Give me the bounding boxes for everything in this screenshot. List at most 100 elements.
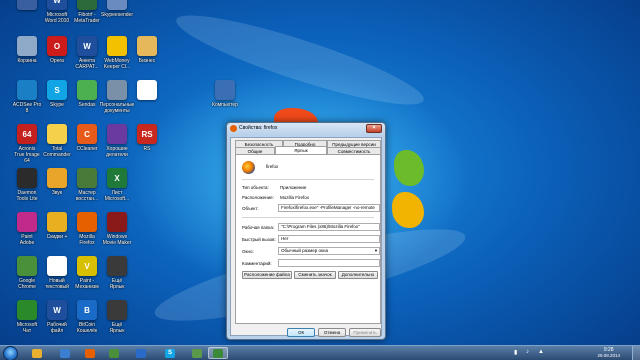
tab-general[interactable]: Общие	[235, 147, 275, 154]
taskbar-button[interactable]	[187, 347, 207, 359]
sendas-icon	[77, 80, 97, 100]
excel-icon: X	[107, 168, 127, 188]
desktop-icon-label: RS	[143, 146, 151, 152]
blank-app-icon	[17, 0, 37, 10]
shortcut-panel: firefox Тип объекта: Приложение Располож…	[235, 154, 381, 324]
divider	[242, 179, 374, 180]
word-file-icon: W	[47, 300, 67, 320]
taskbar-button[interactable]: S	[160, 347, 180, 359]
desktop-icon[interactable]: RS RS	[129, 124, 165, 152]
windows-logo-green	[394, 150, 424, 186]
window-label: Окно:	[242, 249, 254, 254]
bitcoin-icon: B	[77, 300, 97, 320]
type-label: Тип объекта:	[242, 185, 269, 190]
comment-label: Комментарий:	[242, 261, 272, 266]
movie-maker-icon	[107, 212, 127, 232]
tab-shortcut[interactable]: Ярлык	[275, 146, 327, 154]
properties-dialog: Свойства: firefox × Безопасность Подробн…	[226, 122, 386, 340]
volume-icon[interactable]: ♪	[526, 349, 529, 355]
desktop-icon-label: Персональные документы	[99, 102, 135, 114]
desktop-icon[interactable]: Skypeesender	[99, 0, 135, 18]
show-desktop-button[interactable]	[632, 346, 640, 360]
windows-logo-yellow	[392, 192, 424, 228]
taskbar-button[interactable]	[80, 347, 100, 359]
skype-icon: S	[165, 348, 175, 358]
paint-icon	[17, 212, 37, 232]
taskbar-button[interactable]	[27, 347, 47, 359]
desktop-icon-label: Ещё Ярлык	[109, 322, 125, 334]
taskbar-button[interactable]	[131, 347, 151, 359]
desktop-icon[interactable]: Компьютер	[207, 80, 243, 108]
desktop-icon[interactable]: Ещё Ярлык	[99, 300, 135, 334]
chevron-down-icon: ▼	[374, 248, 378, 253]
discount-icon	[47, 212, 67, 232]
firefox-icon	[242, 161, 255, 174]
chat-icon	[17, 300, 37, 320]
dialog-title: Свойства: firefox	[239, 125, 278, 131]
firefox-icon	[230, 125, 237, 132]
sound-icon	[47, 168, 67, 188]
desktop-icon[interactable]: Бизнес	[129, 36, 165, 64]
recovery-icon	[77, 168, 97, 188]
divider	[242, 217, 374, 218]
desktop-icon[interactable]: Ещё Ярлык	[99, 256, 135, 290]
desktop-icon-label: Ещё Ярлык	[109, 278, 125, 290]
documents-icon	[107, 80, 127, 100]
app-icon	[192, 348, 202, 358]
app-name: firefox	[266, 164, 279, 169]
taskbar-button[interactable]	[55, 347, 75, 359]
firefox-icon	[85, 348, 95, 358]
folder-icon	[137, 36, 157, 56]
desktop-icon-label: Компьютер	[212, 102, 238, 108]
comment-field[interactable]	[278, 259, 380, 267]
explorer-icon	[32, 348, 42, 358]
open-file-location-button[interactable]: Расположение файла	[242, 271, 292, 279]
computer-icon	[215, 80, 235, 100]
location-label: Расположение:	[242, 195, 274, 200]
clock[interactable]: 9:28 29.08.2014	[597, 347, 620, 359]
dialog-body: Безопасность Подробно Предыдущие версии …	[230, 137, 382, 337]
workdir-field[interactable]: "C:\Program Files (x86)\Mozilla Firefox"	[278, 223, 380, 231]
start-button[interactable]	[3, 346, 18, 360]
word-doc-icon: W	[77, 36, 97, 56]
tab-previous-versions[interactable]: Предыдущие версии	[327, 140, 381, 147]
desktop-icon[interactable]	[129, 80, 165, 102]
type-value: Приложение	[280, 185, 307, 190]
apply-button[interactable]: Применить	[349, 328, 381, 337]
change-icon-button[interactable]: Сменить значок	[294, 271, 336, 279]
hotkey-field[interactable]: Нет	[278, 235, 380, 243]
advanced-button[interactable]: Дополнительно	[338, 271, 378, 279]
target-field[interactable]: Firefox\firefox.exe" -ProfileManager -no…	[278, 204, 380, 212]
ok-button[interactable]: ОК	[287, 328, 315, 337]
network-icon[interactable]: ▮	[514, 349, 517, 356]
webmoney-icon	[107, 36, 127, 56]
acdsee-icon	[17, 80, 37, 100]
firefox-icon	[77, 212, 97, 232]
taskbar-button[interactable]	[208, 347, 228, 359]
daemon-tools-icon	[17, 168, 37, 188]
metatrader-icon	[77, 0, 97, 10]
workdir-label: Рабочая папка:	[242, 225, 275, 230]
dialog-titlebar[interactable]: Свойства: firefox ×	[227, 123, 385, 135]
desktop-icon[interactable]: X Лист Microsoft...	[99, 168, 135, 202]
tab-compatibility[interactable]: Совместимость	[327, 147, 381, 154]
tray-arrow-icon[interactable]: ▲	[538, 349, 544, 355]
desktop-icon-label: Лист Microsoft...	[104, 190, 130, 202]
desktop-icon[interactable]: Windows Movie Maker	[99, 212, 135, 246]
word-icon: W	[47, 0, 67, 10]
clock-date: 29.08.2014	[597, 353, 620, 358]
vector-icon: V	[77, 256, 97, 276]
skype-icon: S	[47, 80, 67, 100]
taskbar-button[interactable]	[104, 347, 124, 359]
shortcut-icon	[107, 300, 127, 320]
close-button[interactable]: ×	[366, 124, 382, 133]
media-player-icon	[60, 348, 70, 358]
active-app-icon	[213, 348, 223, 358]
recycle-bin-icon	[17, 36, 37, 56]
shortcut-icon	[107, 256, 127, 276]
window-select[interactable]: Обычный размер окна ▼	[278, 247, 380, 255]
cancel-button[interactable]: Отмена	[318, 328, 346, 337]
total-commander-icon	[47, 124, 67, 144]
chrome-icon	[109, 348, 119, 358]
opera-icon: O	[47, 36, 67, 56]
